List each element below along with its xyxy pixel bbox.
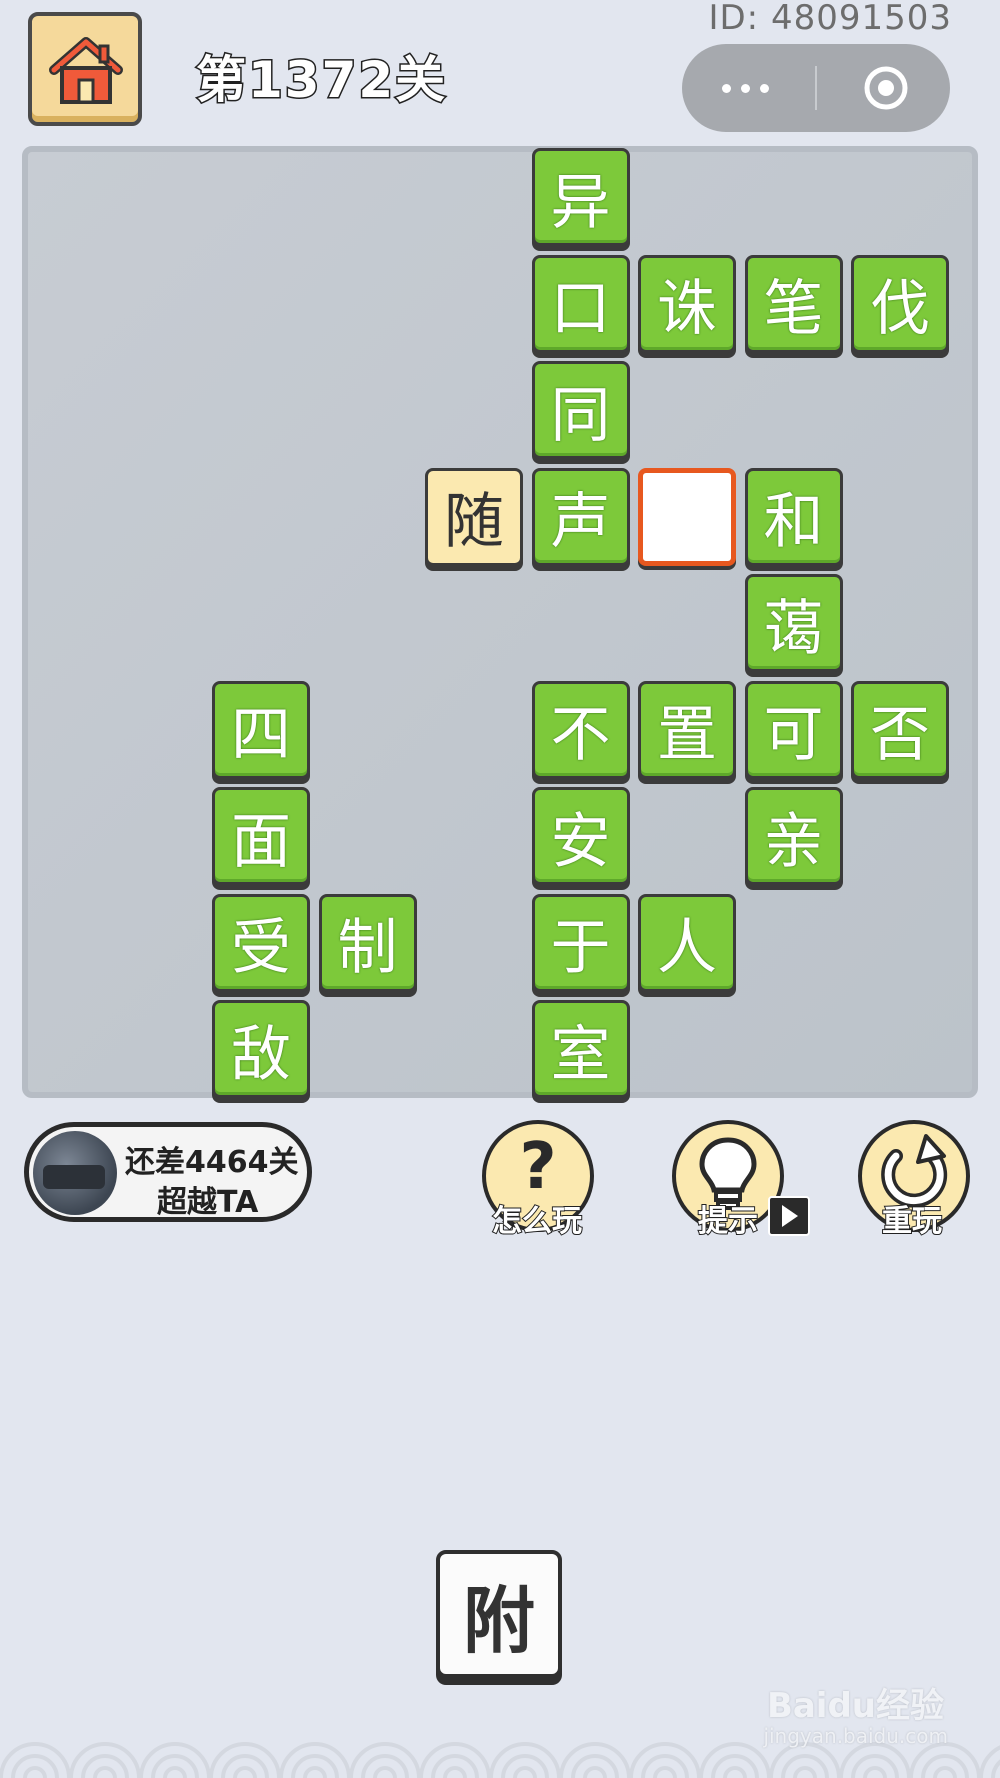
rank-gap-text: 还差4464关 [125,1145,299,1180]
grid-tile[interactable]: 和 [744,467,843,566]
grid-tile[interactable]: 不 [531,680,630,779]
grid-tile[interactable]: 同 [531,361,630,459]
baidu-watermark: Baidu经验 [766,1686,944,1726]
level-title: 第1372关 [194,50,448,111]
grid-tile[interactable]: 声 [531,467,630,566]
more-icon[interactable] [722,84,769,93]
grid-tile[interactable]: 蔼 [744,574,843,672]
miniprogram-capsule [682,44,950,132]
selected-tile[interactable]: 随 [425,467,523,566]
grid-tile[interactable]: 安 [531,787,630,885]
candidate-tile[interactable]: 附 [436,1550,562,1678]
puzzle-board: 异口诛笔伐同随声 和蔼四 不置可否面 安 亲受制 于人敌 室 [22,146,978,1098]
blank-answer-tile[interactable] [638,467,736,566]
house-icon [49,37,123,104]
rank-overtake-text: 超越TA [157,1185,259,1220]
hint-label: 提示 [697,1203,759,1240]
capsule-divider [815,66,817,110]
how-to-play-label: 怎么玩 [491,1203,583,1240]
question-icon: ? [519,1130,557,1204]
grid-tile[interactable]: 制 [318,893,417,992]
close-target-icon[interactable] [862,64,910,112]
grid-tile[interactable]: 可 [744,680,843,779]
grid-tile[interactable]: 异 [531,148,630,246]
grid-tile[interactable]: 伐 [851,254,949,353]
baidu-watermark-url: jingyan.baidu.com [763,1724,948,1748]
grid-tile[interactable]: 敌 [212,1000,310,1098]
replay-label: 重玩 [881,1203,943,1240]
friend-avatar [33,1131,117,1215]
home-button[interactable] [28,12,142,126]
grid-tile[interactable]: 于 [531,893,630,992]
grid-tile[interactable]: 亲 [744,787,843,885]
grid-tile[interactable]: 四 [212,680,310,779]
grid-tile[interactable]: 面 [212,787,310,885]
grid-tile[interactable]: 口 [531,254,630,353]
grid-tile[interactable]: 诛 [638,254,736,353]
video-ad-icon [768,1196,810,1236]
rank-pill[interactable]: 还差4464关 超越TA [24,1122,312,1222]
grid-tile[interactable]: 人 [638,893,736,992]
grid-tile[interactable]: 笔 [744,254,843,353]
grid-tile[interactable]: 否 [851,680,949,779]
user-id-label: ID: 48091503 [708,0,952,38]
grid-tile[interactable]: 室 [531,1000,630,1098]
grid-tile[interactable]: 受 [212,893,310,992]
grid-tile[interactable]: 置 [638,680,736,779]
